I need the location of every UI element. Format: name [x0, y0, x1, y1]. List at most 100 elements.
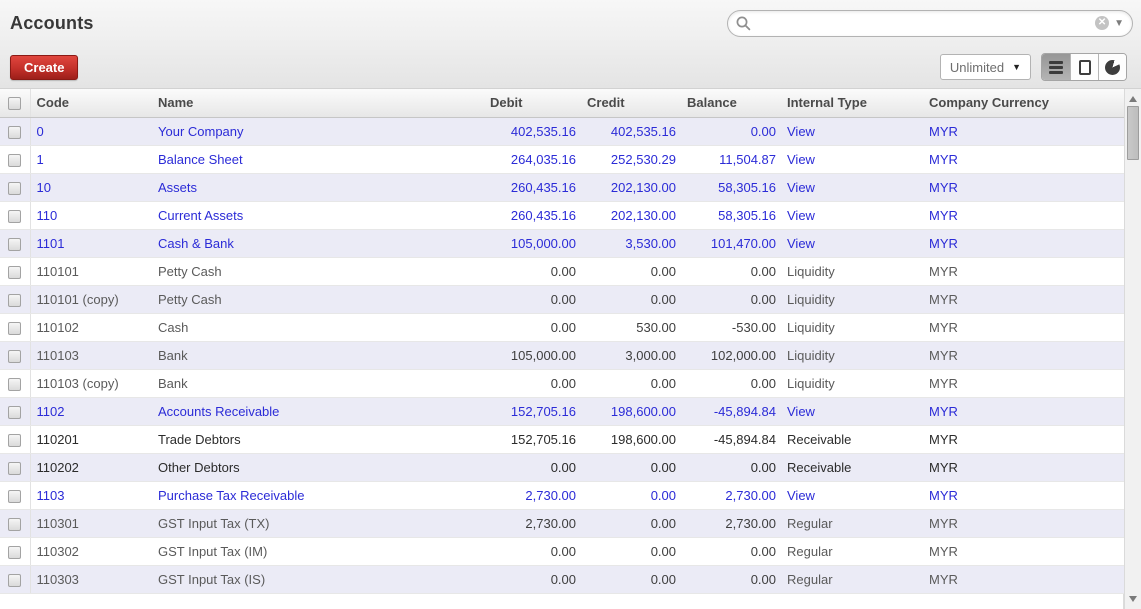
cell-company-currency[interactable]: MYR — [923, 397, 1124, 426]
cell-name[interactable]: GST Input Tax (IS) — [152, 565, 484, 594]
cell-internal-type[interactable]: View — [781, 145, 923, 174]
cell-debit[interactable]: 0.00 — [484, 257, 581, 286]
table-row[interactable]: 110101 Petty Cash 0.00 0.00 0.00 Liquidity MYR — [0, 257, 1124, 286]
cell-balance[interactable]: 0.00 — [681, 257, 781, 286]
cell-internal-type[interactable]: Liquidity — [781, 341, 923, 370]
row-checkbox[interactable] — [8, 517, 22, 531]
cell-debit[interactable]: 0.00 — [484, 537, 581, 566]
cell-debit[interactable]: 152,705.16 — [484, 397, 581, 426]
cell-credit[interactable]: 0.00 — [581, 285, 681, 314]
select-all-checkbox-cell[interactable] — [0, 89, 31, 118]
cell-checkbox[interactable] — [0, 285, 31, 314]
cell-debit[interactable]: 105,000.00 — [484, 341, 581, 370]
table-row[interactable]: 110103 Bank 105,000.00 3,000.00 102,000.00 Li… — [0, 341, 1124, 370]
cell-internal-type[interactable]: View — [781, 481, 923, 510]
row-checkbox[interactable] — [8, 461, 22, 475]
cell-balance[interactable]: 2,730.00 — [681, 481, 781, 510]
cell-checkbox[interactable] — [0, 369, 31, 398]
table-row[interactable]: 110 Current Assets 260,435.16 202,130.00 58,… — [0, 201, 1124, 230]
cell-company-currency[interactable]: MYR — [923, 481, 1124, 510]
cell-name[interactable]: Accounts Receivable — [152, 397, 484, 426]
list-view-button[interactable] — [1042, 54, 1070, 80]
cell-balance[interactable]: 58,305.16 — [681, 201, 781, 230]
table-row[interactable]: 10 Assets 260,435.16 202,130.00 58,305.16 Vie… — [0, 173, 1124, 202]
cell-internal-type[interactable]: Regular — [781, 565, 923, 594]
cell-internal-type[interactable]: Liquidity — [781, 285, 923, 314]
cell-credit[interactable]: 202,130.00 — [581, 173, 681, 202]
search-box[interactable]: ✕ ▼ — [727, 9, 1133, 37]
cell-credit[interactable]: 202,130.00 — [581, 201, 681, 230]
cell-checkbox[interactable] — [0, 481, 31, 510]
cell-checkbox[interactable] — [0, 509, 31, 538]
cell-code[interactable]: 110302 — [30, 537, 152, 566]
row-checkbox[interactable] — [8, 237, 22, 251]
cell-debit[interactable]: 260,435.16 — [484, 201, 581, 230]
cell-credit[interactable]: 198,600.00 — [581, 397, 681, 426]
cell-company-currency[interactable]: MYR — [923, 565, 1124, 594]
row-checkbox[interactable] — [8, 265, 22, 279]
cell-name[interactable]: Current Assets — [152, 201, 484, 230]
cell-credit[interactable]: 3,530.00 — [581, 229, 681, 258]
column-header-debit[interactable]: Debit — [484, 89, 581, 118]
cell-debit[interactable]: 264,035.16 — [484, 145, 581, 174]
cell-credit[interactable]: 0.00 — [581, 369, 681, 398]
cell-internal-type[interactable]: Regular — [781, 537, 923, 566]
cell-credit[interactable]: 0.00 — [581, 481, 681, 510]
cell-name[interactable]: Trade Debtors — [152, 425, 484, 454]
cell-credit[interactable]: 0.00 — [581, 537, 681, 566]
row-checkbox[interactable] — [8, 377, 22, 391]
cell-debit[interactable]: 402,535.16 — [484, 117, 581, 146]
cell-balance[interactable]: -530.00 — [681, 313, 781, 342]
cell-name[interactable]: Petty Cash — [152, 285, 484, 314]
cell-balance[interactable]: 102,000.00 — [681, 341, 781, 370]
cell-checkbox[interactable] — [0, 425, 31, 454]
cell-company-currency[interactable]: MYR — [923, 537, 1124, 566]
cell-name[interactable]: GST Input Tax (TX) — [152, 509, 484, 538]
cell-name[interactable]: Bank — [152, 369, 484, 398]
cell-balance[interactable]: 0.00 — [681, 117, 781, 146]
cell-internal-type[interactable]: View — [781, 397, 923, 426]
cell-company-currency[interactable]: MYR — [923, 341, 1124, 370]
cell-name[interactable]: Your Company — [152, 117, 484, 146]
row-checkbox[interactable] — [8, 489, 22, 503]
cell-credit[interactable]: 0.00 — [581, 565, 681, 594]
row-checkbox[interactable] — [8, 153, 22, 167]
cell-debit[interactable]: 260,435.16 — [484, 173, 581, 202]
cell-balance[interactable]: -45,894.84 — [681, 425, 781, 454]
cell-checkbox[interactable] — [0, 313, 31, 342]
table-row[interactable]: 1 Balance Sheet 264,035.16 252,530.29 11,504… — [0, 145, 1124, 174]
row-checkbox[interactable] — [8, 293, 22, 307]
cell-name[interactable]: Assets — [152, 173, 484, 202]
cell-balance[interactable]: 2,730.00 — [681, 509, 781, 538]
cell-company-currency[interactable]: MYR — [923, 173, 1124, 202]
cell-debit[interactable]: 0.00 — [484, 565, 581, 594]
cell-code[interactable]: 1102 — [30, 397, 152, 426]
cell-name[interactable]: Bank — [152, 341, 484, 370]
table-row[interactable]: 1102 Accounts Receivable 152,705.16 198,600… — [0, 397, 1124, 426]
search-dropdown-icon[interactable]: ▼ — [1114, 18, 1124, 29]
row-checkbox[interactable] — [8, 209, 22, 223]
row-checkbox[interactable] — [8, 433, 22, 447]
cell-debit[interactable]: 105,000.00 — [484, 229, 581, 258]
cell-checkbox[interactable] — [0, 145, 31, 174]
table-row[interactable]: 110101 (copy) Petty Cash 0.00 0.00 0.00 Liqui… — [0, 285, 1124, 314]
cell-checkbox[interactable] — [0, 229, 31, 258]
table-row[interactable]: 0 Your Company 402,535.16 402,535.16 0.00 Vie… — [0, 117, 1124, 146]
cell-company-currency[interactable]: MYR — [923, 201, 1124, 230]
cell-internal-type[interactable]: Liquidity — [781, 257, 923, 286]
cell-credit[interactable]: 252,530.29 — [581, 145, 681, 174]
cell-checkbox[interactable] — [0, 173, 31, 202]
cell-balance[interactable]: -45,894.84 — [681, 397, 781, 426]
cell-code[interactable]: 110201 — [30, 425, 152, 454]
cell-name[interactable]: Petty Cash — [152, 257, 484, 286]
table-row[interactable]: 110202 Other Debtors 0.00 0.00 0.00 Receivabl… — [0, 453, 1124, 482]
row-checkbox[interactable] — [8, 545, 22, 559]
form-view-button[interactable] — [1070, 54, 1098, 80]
cell-credit[interactable]: 0.00 — [581, 453, 681, 482]
cell-company-currency[interactable]: MYR — [923, 369, 1124, 398]
cell-company-currency[interactable]: MYR — [923, 313, 1124, 342]
vertical-scrollbar[interactable] — [1124, 89, 1141, 609]
cell-balance[interactable]: 0.00 — [681, 369, 781, 398]
row-checkbox[interactable] — [8, 181, 22, 195]
cell-code[interactable]: 110101 — [30, 257, 152, 286]
